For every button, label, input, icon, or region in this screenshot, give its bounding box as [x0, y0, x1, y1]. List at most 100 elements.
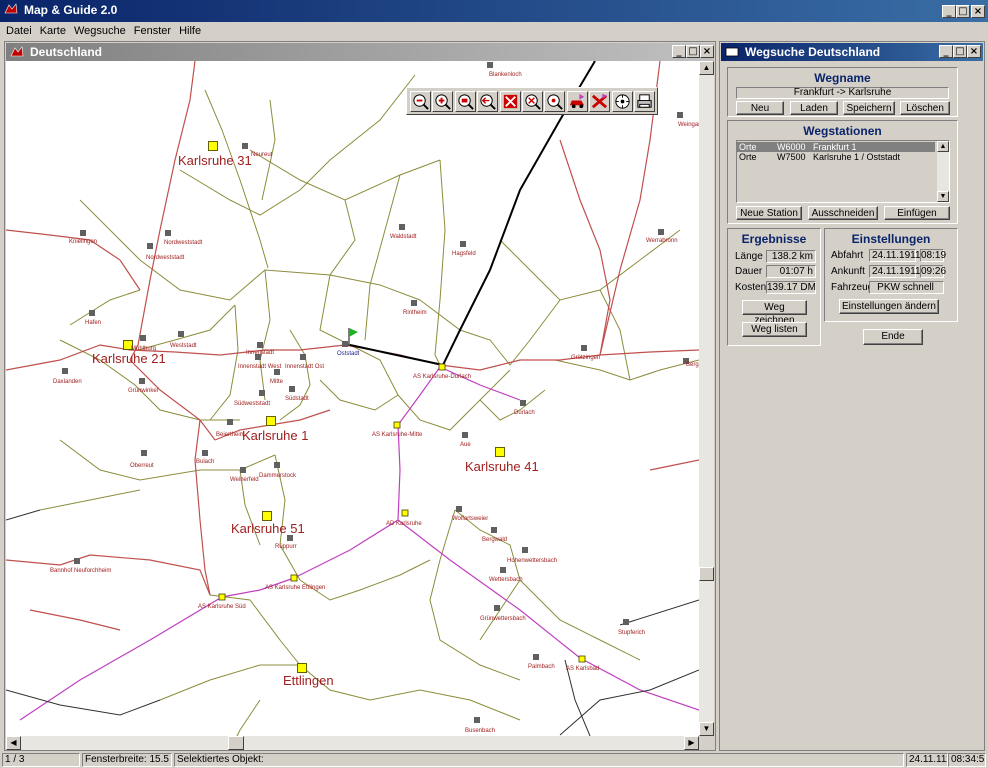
- minimize-button[interactable]: _: [942, 5, 956, 18]
- zoom-clear-icon[interactable]: [522, 91, 543, 112]
- ende-button[interactable]: Ende: [863, 329, 923, 345]
- speichern-button[interactable]: Speichern: [843, 101, 895, 115]
- map-hscrollbar[interactable]: ◀ ▶: [6, 736, 699, 750]
- list-scroll-up[interactable]: ▲: [937, 141, 949, 152]
- list-item[interactable]: Orte W6000 Frankfurt 1: [737, 142, 935, 152]
- place-marker[interactable]: [487, 62, 493, 68]
- list-item[interactable]: Orte W7500 Karlsruhe 1 / Oststadt: [737, 152, 935, 162]
- place-marker[interactable]: [623, 619, 629, 625]
- fahrzeug-value[interactable]: PKW schnell: [869, 281, 944, 294]
- map-canvas[interactable]: Karlsruhe 31 Karlsruhe 21 Karlsruhe 1 Karls…: [6, 61, 699, 736]
- zoom-in-icon[interactable]: [432, 91, 454, 112]
- junction-marker[interactable]: [290, 574, 298, 582]
- place-marker[interactable]: [399, 224, 405, 230]
- ankunft-time[interactable]: 09:26: [920, 265, 946, 278]
- neue-station-button[interactable]: Neue Station: [736, 206, 802, 220]
- map-close-button[interactable]: ×: [700, 45, 714, 58]
- menu-hilfe[interactable]: Hilfe: [175, 22, 205, 40]
- junction-marker[interactable]: [438, 363, 446, 371]
- place-marker[interactable]: [522, 547, 528, 553]
- place-marker[interactable]: [80, 230, 86, 236]
- place-marker[interactable]: [257, 342, 263, 348]
- wegstationen-list[interactable]: Orte W6000 Frankfurt 1 Orte W7500 Karlsr…: [736, 140, 950, 203]
- menu-karte[interactable]: Karte: [36, 22, 70, 40]
- place-marker[interactable]: [456, 506, 462, 512]
- panel-close-button[interactable]: ×: [967, 45, 981, 58]
- place-marker[interactable]: [581, 345, 587, 351]
- zoom-minus-icon[interactable]: [454, 91, 476, 112]
- ankunft-date[interactable]: 24.11.1911: [869, 265, 921, 278]
- scroll-down-button[interactable]: ▼: [699, 722, 714, 736]
- place-marker[interactable]: [62, 368, 68, 374]
- place-marker[interactable]: [462, 432, 468, 438]
- maximize-button[interactable]: □: [956, 5, 970, 18]
- city-marker[interactable]: [495, 447, 505, 457]
- map-minimize-button[interactable]: _: [672, 45, 686, 58]
- ausschneiden-button[interactable]: Ausschneiden: [808, 206, 878, 220]
- panel-minimize-button[interactable]: _: [939, 45, 953, 58]
- place-marker[interactable]: [147, 243, 153, 249]
- place-marker[interactable]: [289, 386, 295, 392]
- place-marker[interactable]: [677, 112, 683, 118]
- place-marker[interactable]: [491, 527, 497, 533]
- loeschen-button[interactable]: Löschen: [900, 101, 950, 115]
- junction-marker[interactable]: [393, 421, 401, 429]
- wegname-field[interactable]: Frankfurt -> Karlsruhe: [736, 87, 949, 99]
- menu-wegsuche[interactable]: Wegsuche: [70, 22, 130, 40]
- city-marker[interactable]: [266, 416, 276, 426]
- place-marker[interactable]: [178, 331, 184, 337]
- settings-icon[interactable]: [611, 91, 633, 112]
- place-marker[interactable]: [460, 241, 466, 247]
- place-marker[interactable]: [494, 605, 500, 611]
- place-marker[interactable]: [202, 450, 208, 456]
- list-scrollbar[interactable]: ▲ ▼: [937, 141, 949, 202]
- place-marker[interactable]: [474, 717, 480, 723]
- place-marker[interactable]: [274, 369, 280, 375]
- city-marker[interactable]: [297, 663, 307, 673]
- place-marker[interactable]: [287, 535, 293, 541]
- place-marker[interactable]: [240, 467, 246, 473]
- scroll-right-button[interactable]: ▶: [684, 736, 699, 750]
- close-button[interactable]: ×: [971, 5, 985, 18]
- menu-fenster[interactable]: Fenster: [130, 22, 175, 40]
- zoom-out-icon[interactable]: [410, 91, 431, 112]
- place-marker[interactable]: [274, 462, 280, 468]
- magnifier-icon[interactable]: [544, 91, 566, 112]
- einfuegen-button[interactable]: Einfügen: [884, 206, 950, 220]
- place-marker[interactable]: [533, 654, 539, 660]
- place-marker[interactable]: [139, 378, 145, 384]
- weg-listen-button[interactable]: Weg listen: [742, 322, 807, 337]
- map-vscrollbar[interactable]: ▲ ▼: [699, 61, 714, 736]
- laden-button[interactable]: Laden: [790, 101, 838, 115]
- scroll-up-button[interactable]: ▲: [699, 61, 714, 75]
- city-marker[interactable]: [262, 511, 272, 521]
- abfahrt-time[interactable]: 08:19: [920, 249, 946, 262]
- neu-button[interactable]: Neu: [736, 101, 784, 115]
- back-icon[interactable]: [477, 91, 499, 112]
- city-marker[interactable]: [208, 141, 218, 151]
- einstellungen-aendern-button[interactable]: Einstellungen ändern: [839, 299, 939, 314]
- abfahrt-date[interactable]: 24.11.1911: [869, 249, 921, 262]
- place-marker[interactable]: [300, 354, 306, 360]
- place-marker[interactable]: [141, 450, 147, 456]
- place-marker[interactable]: [411, 300, 417, 306]
- vscroll-thumb[interactable]: [699, 567, 714, 581]
- car-route-icon[interactable]: [566, 91, 588, 112]
- place-marker[interactable]: [658, 229, 664, 235]
- scroll-left-button[interactable]: ◀: [6, 736, 21, 750]
- place-marker[interactable]: [520, 400, 526, 406]
- flag-route-icon[interactable]: [589, 91, 611, 112]
- junction-marker[interactable]: [401, 509, 409, 517]
- hscroll-thumb[interactable]: [228, 736, 244, 750]
- cancel-icon[interactable]: [499, 91, 521, 112]
- place-marker[interactable]: [259, 390, 265, 396]
- place-marker[interactable]: [255, 354, 261, 360]
- map-maximize-button[interactable]: □: [686, 45, 700, 58]
- print-icon[interactable]: [634, 91, 655, 112]
- place-marker[interactable]: [74, 558, 80, 564]
- place-marker[interactable]: [140, 335, 146, 341]
- menu-datei[interactable]: Datei: [2, 22, 36, 40]
- place-marker[interactable]: [165, 230, 171, 236]
- junction-marker[interactable]: [218, 593, 226, 601]
- place-marker[interactable]: [242, 143, 248, 149]
